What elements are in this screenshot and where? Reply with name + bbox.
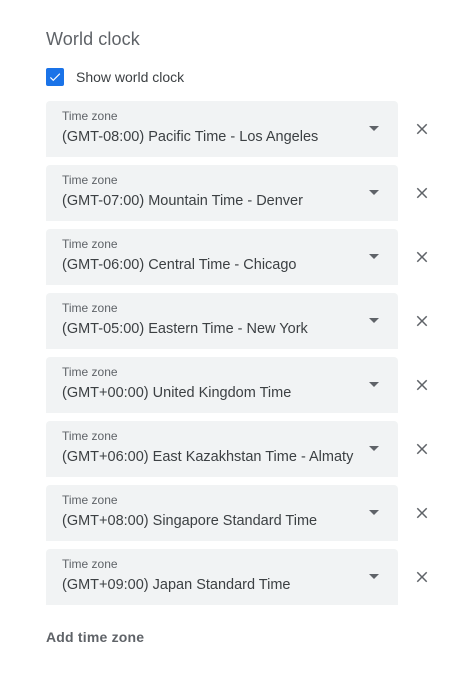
remove-timezone-button[interactable] bbox=[410, 373, 434, 397]
remove-timezone-button[interactable] bbox=[410, 565, 434, 589]
show-world-clock-checkbox[interactable] bbox=[46, 68, 64, 86]
close-icon bbox=[416, 443, 428, 455]
close-icon bbox=[416, 379, 428, 391]
timezone-select-value: (GMT+06:00) East Kazakhstan Time - Almat… bbox=[62, 449, 354, 465]
close-icon bbox=[416, 123, 428, 135]
timezone-select-value: (GMT+08:00) Singapore Standard Time bbox=[62, 513, 318, 529]
timezone-row: Time zone (GMT-05:00) Eastern Time - New… bbox=[46, 293, 446, 349]
timezone-row: Time zone (GMT+08:00) Singapore Standard… bbox=[46, 485, 446, 541]
timezone-select-value: (GMT+09:00) Japan Standard Time bbox=[62, 577, 291, 593]
timezone-select-label: Time zone bbox=[62, 237, 118, 251]
dropdown-arrow-icon bbox=[369, 446, 379, 451]
timezone-select-label: Time zone bbox=[62, 365, 118, 379]
timezone-select-label: Time zone bbox=[62, 429, 118, 443]
timezone-list: Time zone (GMT-08:00) Pacific Time - Los… bbox=[46, 101, 446, 613]
close-icon bbox=[416, 251, 428, 263]
timezone-select-label: Time zone bbox=[62, 109, 118, 123]
timezone-select-label: Time zone bbox=[62, 301, 118, 315]
timezone-select[interactable]: Time zone (GMT+08:00) Singapore Standard… bbox=[46, 485, 398, 541]
timezone-row: Time zone (GMT-08:00) Pacific Time - Los… bbox=[46, 101, 446, 157]
timezone-select[interactable]: Time zone (GMT+00:00) United Kingdom Tim… bbox=[46, 357, 398, 413]
remove-timezone-button[interactable] bbox=[410, 501, 434, 525]
timezone-select-value: (GMT-05:00) Eastern Time - New York bbox=[62, 321, 308, 337]
timezone-select[interactable]: Time zone (GMT-06:00) Central Time - Chi… bbox=[46, 229, 398, 285]
dropdown-arrow-icon bbox=[369, 190, 379, 195]
dropdown-arrow-icon bbox=[369, 318, 379, 323]
add-time-zone-button[interactable]: Add time zone bbox=[46, 629, 144, 645]
dropdown-arrow-icon bbox=[369, 510, 379, 515]
remove-timezone-button[interactable] bbox=[410, 117, 434, 141]
dropdown-arrow-icon bbox=[369, 126, 379, 131]
timezone-select[interactable]: Time zone (GMT-07:00) Mountain Time - De… bbox=[46, 165, 398, 221]
remove-timezone-button[interactable] bbox=[410, 309, 434, 333]
timezone-select-value: (GMT-08:00) Pacific Time - Los Angeles bbox=[62, 129, 319, 145]
timezone-row: Time zone (GMT+06:00) East Kazakhstan Ti… bbox=[46, 421, 446, 477]
timezone-select[interactable]: Time zone (GMT-08:00) Pacific Time - Los… bbox=[46, 101, 398, 157]
timezone-select-value: (GMT+00:00) United Kingdom Time bbox=[62, 385, 292, 401]
section-title: World clock bbox=[46, 29, 140, 49]
timezone-row: Time zone (GMT-06:00) Central Time - Chi… bbox=[46, 229, 446, 285]
dropdown-arrow-icon bbox=[369, 574, 379, 579]
timezone-select-value: (GMT-06:00) Central Time - Chicago bbox=[62, 257, 297, 273]
dropdown-arrow-icon bbox=[369, 382, 379, 387]
timezone-row: Time zone (GMT-07:00) Mountain Time - De… bbox=[46, 165, 446, 221]
timezone-select-label: Time zone bbox=[62, 173, 118, 187]
timezone-select[interactable]: Time zone (GMT-05:00) Eastern Time - New… bbox=[46, 293, 398, 349]
timezone-select-value: (GMT-07:00) Mountain Time - Denver bbox=[62, 193, 303, 209]
remove-timezone-button[interactable] bbox=[410, 437, 434, 461]
show-world-clock-label: Show world clock bbox=[76, 69, 185, 85]
close-icon bbox=[416, 571, 428, 583]
close-icon bbox=[416, 187, 428, 199]
timezone-select-label: Time zone bbox=[62, 493, 118, 507]
timezone-select[interactable]: Time zone (GMT+09:00) Japan Standard Tim… bbox=[46, 549, 398, 605]
close-icon bbox=[416, 507, 428, 519]
timezone-select-label: Time zone bbox=[62, 557, 118, 571]
remove-timezone-button[interactable] bbox=[410, 245, 434, 269]
dropdown-arrow-icon bbox=[369, 254, 379, 259]
timezone-row: Time zone (GMT+09:00) Japan Standard Tim… bbox=[46, 549, 446, 605]
timezone-row: Time zone (GMT+00:00) United Kingdom Tim… bbox=[46, 357, 446, 413]
check-icon bbox=[49, 73, 61, 82]
timezone-select[interactable]: Time zone (GMT+06:00) East Kazakhstan Ti… bbox=[46, 421, 398, 477]
show-world-clock-toggle[interactable]: Show world clock bbox=[46, 67, 184, 87]
close-icon bbox=[416, 315, 428, 327]
remove-timezone-button[interactable] bbox=[410, 181, 434, 205]
